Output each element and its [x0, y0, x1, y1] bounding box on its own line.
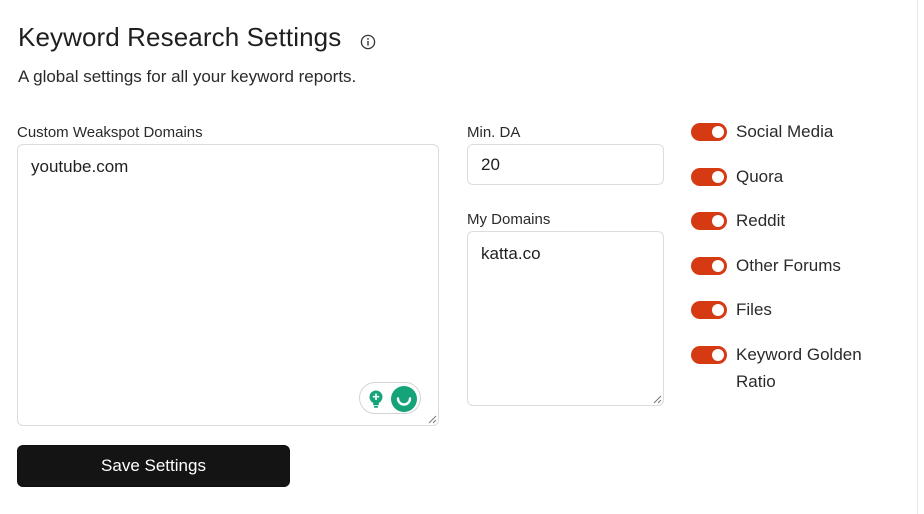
my-domains-resize-handle[interactable]	[652, 394, 662, 404]
lightbulb-icon[interactable]	[366, 389, 386, 409]
my-domains-textarea[interactable]: katta.co	[467, 231, 664, 406]
min-da-label: Min. DA	[467, 124, 521, 141]
toggle-knob	[712, 304, 724, 316]
grammar-logo-icon[interactable]	[391, 386, 417, 412]
other-forums-label: Other Forums	[736, 256, 841, 275]
weakspot-resize-handle[interactable]	[427, 414, 437, 424]
files-toggle[interactable]	[691, 301, 727, 319]
keyword-golden-ratio-toggle[interactable]	[691, 346, 727, 364]
toggle-row-social-media: Social Media	[691, 121, 833, 145]
toggle-knob	[712, 126, 724, 138]
reddit-label: Reddit	[736, 211, 786, 230]
my-domains-label: My Domains	[467, 211, 551, 228]
page-title: Keyword Research Settings	[18, 22, 342, 52]
panel-edge	[917, 0, 918, 514]
toggle-knob	[712, 349, 724, 361]
min-da-input[interactable]	[467, 144, 664, 185]
save-settings-button[interactable]: Save Settings	[17, 445, 290, 487]
weakspot-domains-label: Custom Weakspot Domains	[17, 124, 203, 141]
files-label: Files	[736, 300, 772, 319]
toggle-row-other-forums: Other Forums	[691, 255, 841, 279]
quora-toggle[interactable]	[691, 168, 727, 186]
info-icon[interactable]	[360, 34, 376, 50]
other-forums-toggle[interactable]	[691, 257, 727, 275]
toggle-row-files: Files	[691, 299, 772, 323]
grammar-assistant-widget[interactable]	[359, 382, 421, 414]
reddit-toggle[interactable]	[691, 212, 727, 230]
social-media-label: Social Media	[736, 122, 834, 141]
toggle-knob	[712, 260, 724, 272]
toggle-knob	[712, 215, 724, 227]
toggle-row-keyword-golden-ratio: Keyword Golden Ratio	[691, 344, 886, 395]
toggle-knob	[712, 171, 724, 183]
toggle-row-reddit: Reddit	[691, 210, 785, 234]
quora-label: Quora	[736, 167, 784, 186]
toggle-row-quora: Quora	[691, 166, 783, 190]
social-media-toggle[interactable]	[691, 123, 727, 141]
keyword-golden-ratio-label: Keyword Golden Ratio	[736, 345, 862, 391]
page-subtitle: A global settings for all your keyword r…	[18, 67, 357, 86]
